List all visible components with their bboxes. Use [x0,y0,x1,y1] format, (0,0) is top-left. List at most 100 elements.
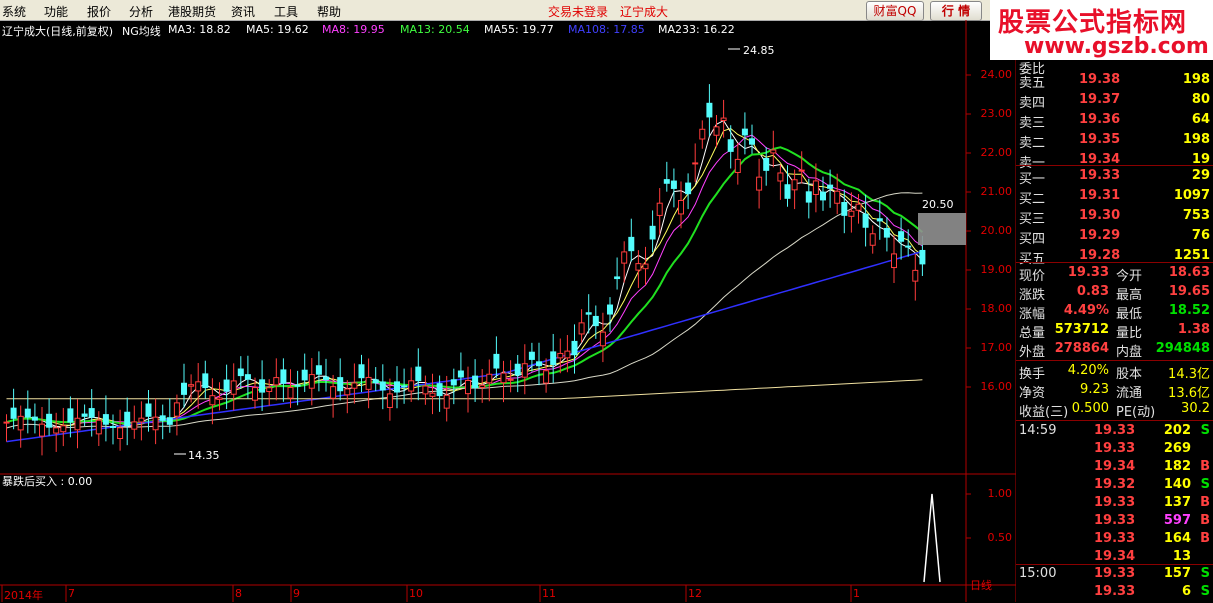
tick-row: 19.33 137 B [1016,495,1213,514]
price-tick-label: 18.00 [980,302,1013,315]
stat-row: 换手 4.20% 股本 14.3亿 [1016,363,1213,382]
candle-body [628,236,635,252]
tick-volume: 157 [1163,566,1191,581]
candle-body [791,179,798,191]
stat-value: 30.2 [1181,401,1210,416]
bid-level-label: 买一 [1019,172,1046,187]
candle-body [898,231,905,242]
candle-body [592,315,599,327]
stat-label: 现价 [1019,269,1046,284]
candle-body [770,149,777,154]
candle-body [486,373,493,384]
candle-body [372,379,379,384]
candle-body [124,411,131,427]
tick-row: 19.32 140 S [1016,477,1213,496]
quote-separator [1016,360,1213,361]
candle-body [550,351,557,365]
candle-body [649,225,656,240]
candle-body [10,407,17,419]
candle-body [685,182,692,195]
price-tick-label: 19.00 [980,263,1013,276]
tick-volume: 137 [1163,495,1191,510]
tick-row: 19.33 597 B [1016,513,1213,532]
crosshair-price-label: 20.50 [922,198,954,211]
stat-label: 最低 [1116,307,1143,322]
candle-body [805,191,812,203]
candle-body [514,363,521,376]
price-tick-label: 24.00 [980,68,1013,81]
tick-price: 19.33 [1094,423,1136,438]
stat-label: 最高 [1116,288,1143,303]
candle-body [663,179,670,184]
candle-body [457,370,464,378]
candle-body [173,402,180,417]
candle-body [564,350,571,359]
candle-body [131,421,138,430]
candle-body [585,312,592,315]
tick-price: 19.34 [1094,549,1136,564]
stat-row: 涨跌 0.83 最高 19.65 [1016,284,1213,303]
candle-body [95,419,102,435]
tick-row: 15:00 19.33 157 S [1016,566,1213,585]
stat-label: 涨幅 [1019,307,1046,322]
date-tick-label: 8 [235,587,242,600]
ask-row: 卖四 19.37 80 [1016,92,1213,111]
candle-body [834,190,841,204]
stat-value: 19.33 [1067,265,1109,280]
candle-body [543,370,550,384]
candle-body [266,387,273,392]
tick-volume: 269 [1163,441,1191,456]
tick-direction: S [1200,423,1210,438]
sub-indicator-title: 暴跌后买入 : 0.00 [2,474,92,488]
candle-body [876,218,883,222]
date-tick-label: 12 [688,587,702,600]
candle-body [741,128,748,136]
ask-price: 19.35 [1079,132,1121,147]
candle-body [599,331,606,347]
stat-label: 涨跌 [1019,288,1046,303]
stat-label: 总量 [1019,326,1046,341]
date-tick-label: 7 [68,587,75,600]
candle-body [841,202,848,216]
candle-body [883,227,890,238]
date-tick-label: 2014年 [4,589,43,602]
ask-price: 19.36 [1079,112,1121,127]
stat-value: 14.3亿 [1168,367,1210,382]
candle-body [323,376,329,380]
candle-body [209,395,216,406]
candle-body [465,379,471,395]
stat-value: 18.52 [1168,303,1210,318]
quote-separator [1016,165,1213,166]
candle-body [443,394,450,409]
ask-volume: 80 [1191,92,1210,107]
stat-value: 4.20% [1067,363,1109,378]
candle-body [536,361,542,367]
candle-body [216,397,223,400]
stat-value: 18.63 [1168,265,1210,280]
tick-direction: S [1200,584,1210,599]
price-tick-label: 22.00 [980,146,1013,159]
candle-body [188,384,195,387]
candle-body [195,381,202,392]
candle-body [578,322,585,335]
bid-level-label: 买三 [1019,212,1046,227]
candle-body [607,304,613,315]
candle-body [429,392,436,397]
ma8-line [6,134,923,424]
candle-body [727,139,734,152]
tick-volume: 6 [1181,584,1191,599]
candle-body [521,363,528,378]
candle-body [60,425,67,433]
bid-volume: 76 [1191,228,1210,243]
sub-tick-label: 1.00 [987,487,1013,500]
candle-body [614,276,621,280]
tick-direction: S [1200,566,1210,581]
signal-spike [923,493,941,583]
candle-body [166,417,173,425]
tick-time: 14:59 [1019,423,1057,438]
quote-panel: 委比 卖五 19.38 198 卖四 19.37 80 卖三 19.36 64 卖二 19.35 19… [1016,20,1213,602]
candle-body [720,117,727,121]
candle-body [223,379,230,392]
candle-body [152,416,159,431]
candle-body [507,378,514,381]
